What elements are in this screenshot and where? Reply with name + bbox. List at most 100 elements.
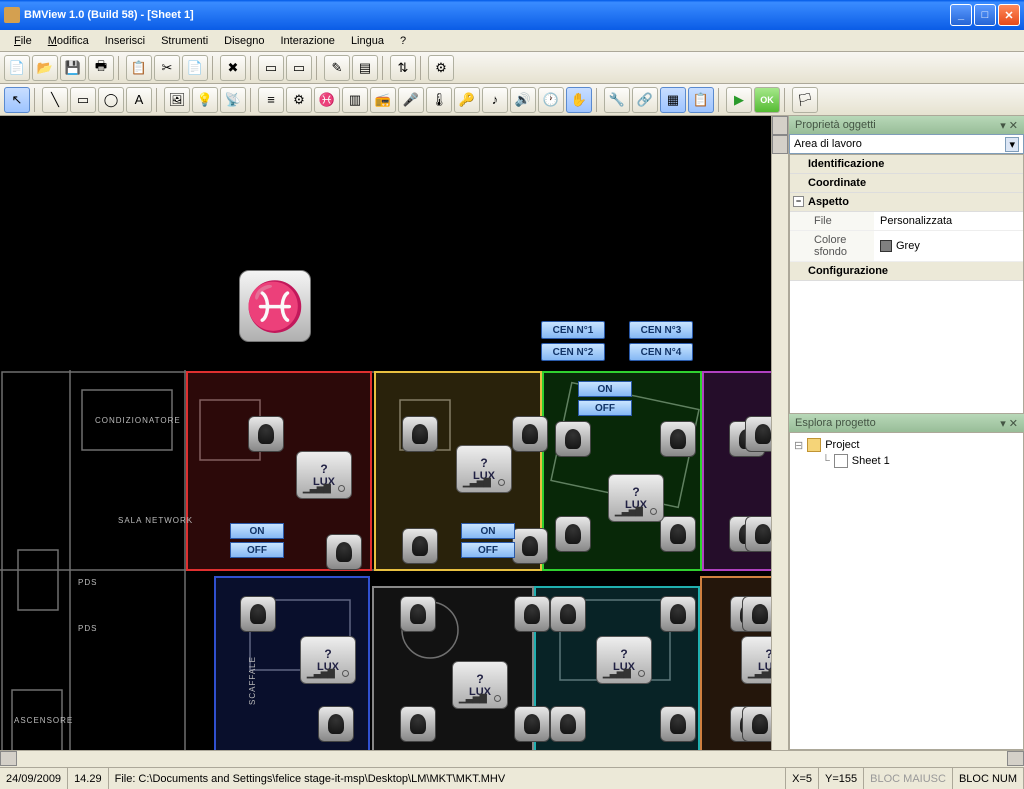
minimize-button[interactable]: _ [950, 4, 972, 26]
lux-sensor[interactable]: ?LUX▁▃▅▇ [456, 445, 512, 493]
prop-cat-identification[interactable]: Identificazione [790, 155, 1023, 174]
cut-icon[interactable]: ✂ [154, 55, 180, 81]
speaker-icon[interactable]: 🔊 [510, 87, 536, 113]
bulb-device[interactable] [660, 421, 696, 457]
wand-icon[interactable]: ✎ [324, 55, 350, 81]
lux-sensor[interactable]: ?LUX▁▃▅▇ [608, 474, 664, 522]
note-icon[interactable]: ▤ [352, 55, 378, 81]
menu-strumenti[interactable]: Strumenti [153, 32, 216, 50]
menu-disegno[interactable]: Disegno [216, 32, 272, 50]
prop-row-color[interactable]: Colore sfondo Grey [790, 231, 1023, 262]
bulb-device[interactable] [745, 516, 771, 552]
on-button[interactable]: ON [578, 381, 632, 397]
hvac-icon[interactable]: ⚙ [286, 87, 312, 113]
key-icon[interactable]: 🔑 [454, 87, 480, 113]
prop-cat-config[interactable]: Configurazione [790, 262, 1023, 281]
paste-icon[interactable]: 📄 [182, 55, 208, 81]
close-button[interactable]: ✕ [998, 4, 1020, 26]
list-icon[interactable]: ≡ [258, 87, 284, 113]
cen-button[interactable]: CEN N°1 [541, 321, 605, 339]
menu-file[interactable]: File [6, 32, 40, 50]
bulb-device[interactable] [318, 706, 354, 742]
prop-cat-aspetto[interactable]: Aspetto [790, 193, 1023, 212]
pin-icon[interactable]: ▾ ✕ [1000, 417, 1018, 430]
off-button[interactable]: OFF [578, 400, 632, 416]
horizontal-scrollbar[interactable] [0, 750, 1024, 767]
delete-icon[interactable]: ✖ [220, 55, 246, 81]
explorer-panel-header[interactable]: Esplora progetto ▾ ✕ [789, 414, 1024, 432]
clock-icon[interactable]: 🕐 [538, 87, 564, 113]
ok-button[interactable]: OK [754, 87, 780, 113]
bulb-device[interactable] [326, 534, 362, 570]
bulb-device[interactable] [742, 596, 771, 632]
sensor-icon[interactable]: 📡 [220, 87, 246, 113]
lux-sensor[interactable]: ?LUX▁▃▅▇ [296, 451, 352, 499]
properties-panel-header[interactable]: Proprietà oggetti ▾ ✕ [789, 116, 1024, 134]
bulb-device[interactable] [402, 528, 438, 564]
on-button[interactable]: ON [230, 523, 284, 539]
cen-button[interactable]: CEN N°3 [629, 321, 693, 339]
bulb-device[interactable] [660, 516, 696, 552]
link-icon[interactable]: 🔗 [632, 87, 658, 113]
maximize-button[interactable]: □ [974, 4, 996, 26]
tree-sheet[interactable]: └ Sheet 1 [794, 453, 1019, 469]
bulb-device[interactable] [514, 596, 550, 632]
vertical-scrollbar[interactable] [771, 116, 788, 750]
object-selector[interactable]: Area di lavoro [789, 134, 1024, 154]
properties-icon[interactable]: 📋 [688, 87, 714, 113]
bulb-device[interactable] [660, 706, 696, 742]
bulb-device[interactable] [512, 416, 548, 452]
ellipse-icon[interactable]: ◯ [98, 87, 124, 113]
bulb-icon[interactable]: 💡 [192, 87, 218, 113]
bulb-device[interactable] [400, 706, 436, 742]
menu-inserisci[interactable]: Inserisci [97, 32, 153, 50]
text-icon[interactable]: A [126, 87, 152, 113]
print-icon[interactable]: 🖶 [88, 55, 114, 81]
lux-sensor[interactable]: ?LUX▁▃▅▇ [741, 636, 771, 684]
tree-root[interactable]: ⊟ Project [794, 437, 1019, 453]
cen-button[interactable]: CEN N°2 [541, 343, 605, 361]
hand-icon[interactable]: ✋ [566, 87, 592, 113]
cen-button[interactable]: CEN N°4 [629, 343, 693, 361]
flag-icon[interactable]: 🏳 [792, 87, 818, 113]
thermo-icon[interactable]: 🌡 [426, 87, 452, 113]
pin-icon[interactable]: ▾ ✕ [1000, 119, 1018, 132]
mic-icon[interactable]: 🎤 [398, 87, 424, 113]
pisces-tool-icon[interactable]: ♓ [314, 87, 340, 113]
play-icon[interactable]: ▶ [726, 87, 752, 113]
bulb-device[interactable] [240, 596, 276, 632]
bulb-device[interactable] [555, 516, 591, 552]
open-icon[interactable]: 📂 [32, 55, 58, 81]
music-icon[interactable]: ♪ [482, 87, 508, 113]
off-button[interactable]: OFF [461, 542, 515, 558]
prop-cat-coordinate[interactable]: Coordinate [790, 174, 1023, 193]
menu-modifica[interactable]: Modifica [40, 32, 97, 50]
blind-icon[interactable]: ▥ [342, 87, 368, 113]
lux-sensor[interactable]: ?LUX▁▃▅▇ [300, 636, 356, 684]
bulb-device[interactable] [555, 421, 591, 457]
layers-icon[interactable]: ▦ [660, 87, 686, 113]
lux-sensor[interactable]: ?LUX▁▃▅▇ [596, 636, 652, 684]
tool-1-icon[interactable]: ▭ [258, 55, 284, 81]
pisces-icon[interactable]: ♓ [239, 270, 311, 342]
tool-2-icon[interactable]: ▭ [286, 55, 312, 81]
image-icon[interactable]: 🖼 [164, 87, 190, 113]
new-icon[interactable]: 📄 [4, 55, 30, 81]
bulb-device[interactable] [248, 416, 284, 452]
bulb-device[interactable] [660, 596, 696, 632]
on-button[interactable]: ON [461, 523, 515, 539]
bulb-device[interactable] [550, 706, 586, 742]
rect-icon[interactable]: ▭ [70, 87, 96, 113]
radio-icon[interactable]: 📻 [370, 87, 396, 113]
bulb-device[interactable] [514, 706, 550, 742]
menu-help[interactable]: ? [392, 32, 414, 50]
bulb-device[interactable] [550, 596, 586, 632]
bulb-device[interactable] [400, 596, 436, 632]
line-icon[interactable]: ╲ [42, 87, 68, 113]
bulb-device[interactable] [745, 416, 771, 452]
align-icon[interactable]: ⇅ [390, 55, 416, 81]
save-icon[interactable]: 💾 [60, 55, 86, 81]
wrench-icon[interactable]: 🔧 [604, 87, 630, 113]
settings-icon[interactable]: ⚙ [428, 55, 454, 81]
prop-row-file[interactable]: File Personalizzata [790, 212, 1023, 231]
